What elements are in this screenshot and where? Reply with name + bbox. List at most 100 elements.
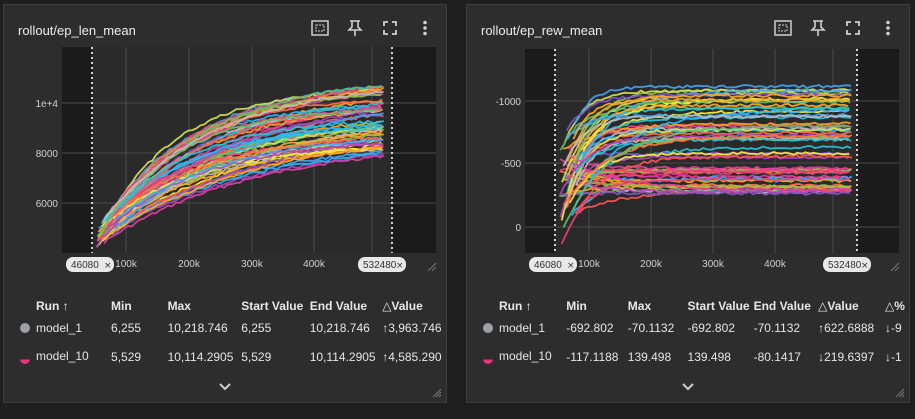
x-tick-label: 200k bbox=[640, 259, 663, 270]
range-end-chip[interactable]: 532480 × bbox=[358, 257, 406, 272]
resize-handle-icon[interactable] bbox=[432, 388, 442, 398]
stats-table: Run ↑ Min Max Start Value End Value △Value mo… bbox=[18, 281, 446, 371]
x-tick-label: 300k bbox=[241, 259, 264, 270]
table-cell: 139.498 bbox=[627, 349, 672, 364]
table-cell: ↑3,963.746 bbox=[382, 320, 442, 335]
chevron-down-icon[interactable] bbox=[218, 382, 232, 392]
table-cell: 5,529 bbox=[241, 349, 272, 364]
fullscreen-icon[interactable] bbox=[379, 17, 401, 39]
chart-resize-icon[interactable] bbox=[427, 262, 437, 272]
column-header: End Value bbox=[309, 299, 368, 313]
column-header: Max bbox=[167, 299, 191, 313]
run-color-dot bbox=[483, 359, 493, 364]
range-start-chip[interactable]: 46080 × bbox=[66, 257, 114, 272]
line-chart[interactable]: 0-500-1000100k200k300k400k546080×532480× bbox=[467, 45, 911, 275]
more-icon[interactable] bbox=[414, 17, 436, 39]
chart-card-ep-rew-mean: rollout/ep_rew_mean 0 -500 -1000 100k 200k 30… bbox=[466, 4, 910, 403]
x-tick-label: 200k bbox=[178, 259, 201, 270]
table-cell: 6,255 bbox=[111, 320, 142, 335]
run-name: model_10 bbox=[499, 349, 552, 363]
x-tick-label: 400k bbox=[303, 259, 326, 270]
range-mask-right bbox=[857, 49, 899, 253]
pin-icon[interactable] bbox=[807, 17, 829, 39]
table-cell: 6,255 bbox=[241, 320, 272, 335]
y-tick-label: -1000 bbox=[495, 97, 521, 108]
pin-icon[interactable] bbox=[344, 17, 366, 39]
column-header: Start Value bbox=[687, 299, 750, 313]
range-mask-left bbox=[62, 47, 92, 253]
column-header: Min bbox=[566, 299, 587, 313]
table-cell: ↓-1 bbox=[885, 349, 902, 364]
column-header: End Value bbox=[753, 299, 811, 313]
table-cell: -117.1188 bbox=[566, 349, 619, 364]
y-tick-label: 1e+4 bbox=[35, 99, 58, 110]
range-mask-right bbox=[392, 47, 436, 253]
card-toolbar bbox=[772, 17, 899, 39]
close-icon[interactable]: × bbox=[567, 261, 575, 271]
column-header: △Value bbox=[818, 299, 859, 313]
table-cell: ↑4,585.290 bbox=[382, 349, 442, 364]
table-cell: 10,218.746 bbox=[309, 320, 370, 335]
range-chip-label: 46080 bbox=[534, 260, 562, 271]
table-cell: -692.802 bbox=[687, 320, 735, 335]
range-chip-label: 532480 bbox=[363, 260, 397, 271]
card-title: rollout/ep_rew_mean bbox=[481, 23, 603, 38]
table-cell: ↑622.6888 bbox=[818, 320, 875, 335]
table-cell: -80.1417 bbox=[753, 349, 801, 364]
table-cell: ↓-9 bbox=[885, 320, 902, 335]
run-color-dot bbox=[20, 323, 30, 334]
range-end-chip[interactable]: 532480 × bbox=[823, 257, 871, 272]
table-row: model_10 -117.1188 139.498 139.498 -80.1417 ↓… bbox=[481, 342, 909, 371]
chart-resize-icon[interactable] bbox=[890, 262, 900, 272]
chevron-down-icon[interactable] bbox=[681, 382, 695, 392]
stats-table: Run ↑ Min Max Start Value End Value △Value △% … bbox=[481, 281, 909, 371]
table-cell: 10,114.2905 bbox=[309, 349, 376, 364]
x-tick-label: 100k bbox=[115, 259, 138, 270]
table-cell: 10,218.746 bbox=[167, 320, 228, 335]
table-row: model_1 -692.802 -70.1132 -692.802 -70.1132 ↑… bbox=[481, 313, 909, 342]
close-icon[interactable]: × bbox=[104, 261, 112, 271]
line-chart[interactable]: 600080001e+4100k200k300k400k546080×53248… bbox=[4, 45, 448, 275]
column-header: Max bbox=[627, 299, 652, 313]
x-tick-label: 300k bbox=[702, 259, 725, 270]
card-toolbar bbox=[309, 17, 436, 39]
close-icon[interactable]: × bbox=[861, 261, 869, 271]
y-tick-label: 6000 bbox=[36, 199, 59, 210]
more-icon[interactable] bbox=[877, 17, 899, 39]
resize-handle-icon[interactable] bbox=[895, 388, 905, 398]
table-cell: -70.1132 bbox=[627, 320, 675, 335]
range-mask-left bbox=[525, 49, 555, 253]
fit-domain-icon[interactable] bbox=[772, 17, 794, 39]
table-cell: 139.498 bbox=[687, 349, 731, 364]
column-header[interactable]: Run ↑ bbox=[18, 281, 111, 313]
table-cell: ↓219.6397 bbox=[818, 349, 875, 364]
x-tick-label: 100k bbox=[578, 259, 601, 270]
column-header[interactable]: Run ↑ bbox=[481, 281, 566, 313]
column-header: △% bbox=[885, 299, 905, 313]
close-icon[interactable]: × bbox=[396, 261, 404, 271]
table-cell: -692.802 bbox=[566, 320, 614, 335]
table-cell: 5,529 bbox=[111, 349, 142, 364]
run-name: model_10 bbox=[36, 349, 89, 363]
run-name: model_1 bbox=[499, 320, 546, 335]
run-color-dot bbox=[20, 359, 30, 364]
range-chip-label: 532480 bbox=[828, 260, 862, 271]
column-header: Min bbox=[111, 299, 132, 313]
fullscreen-icon[interactable] bbox=[842, 17, 864, 39]
run-name: model_1 bbox=[36, 320, 83, 335]
range-start-chip[interactable]: 46080 × bbox=[529, 257, 577, 272]
table-row: model_1 6,255 10,218.746 6,255 10,218.746 ↑3,… bbox=[18, 313, 446, 342]
range-chip-label: 46080 bbox=[71, 260, 99, 271]
fit-domain-icon[interactable] bbox=[309, 17, 331, 39]
y-tick-label: 8000 bbox=[36, 149, 59, 160]
table-cell: -70.1132 bbox=[753, 320, 801, 335]
column-header: △Value bbox=[382, 299, 423, 313]
table-row: model_10 5,529 10,114.2905 5,529 10,114.2905… bbox=[18, 342, 446, 371]
table-cell: 10,114.2905 bbox=[167, 349, 234, 364]
x-tick-label: 400k bbox=[764, 259, 787, 270]
y-tick-label: -500 bbox=[501, 159, 521, 170]
column-header: Start Value bbox=[241, 299, 304, 313]
card-title: rollout/ep_len_mean bbox=[18, 23, 136, 38]
run-color-dot bbox=[483, 323, 493, 334]
y-tick-label: 0 bbox=[515, 223, 521, 234]
